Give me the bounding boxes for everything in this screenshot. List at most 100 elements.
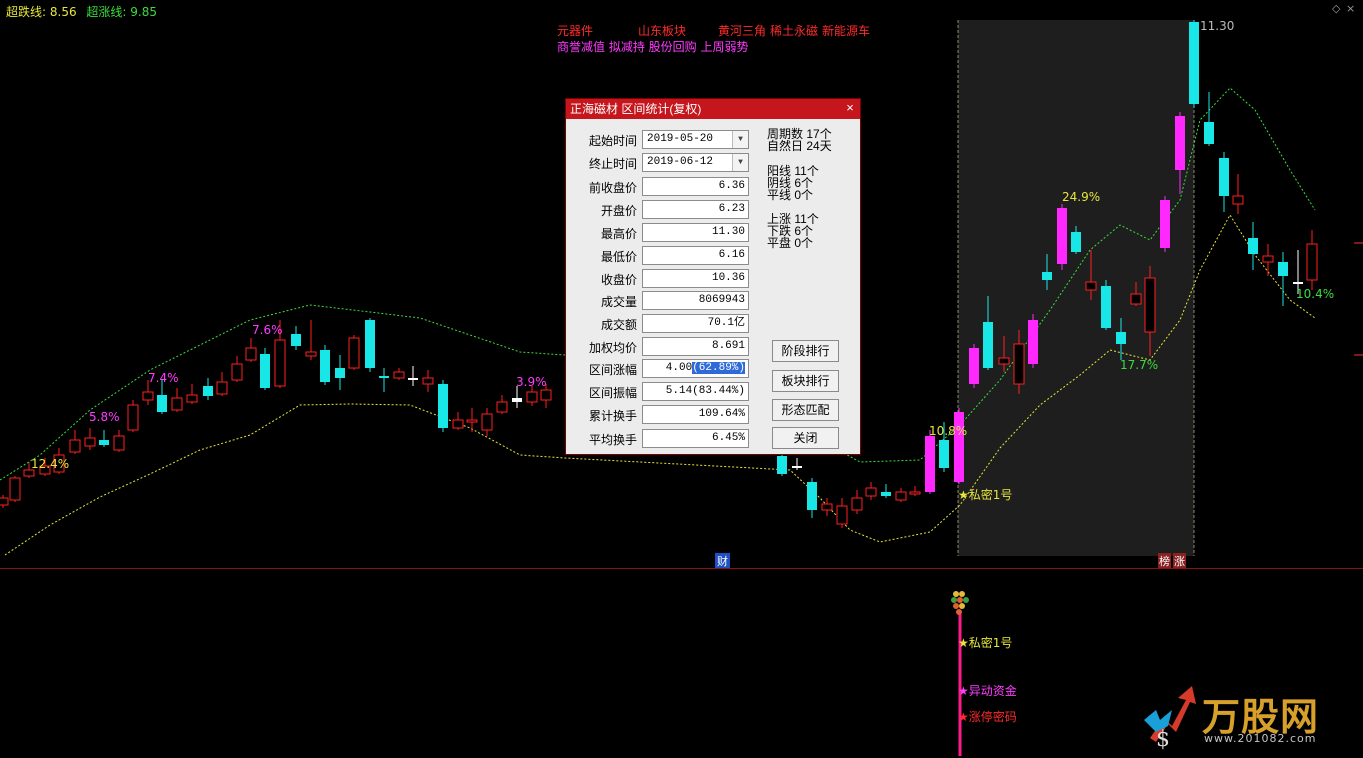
stat-flat: 平盘 0个 (767, 237, 813, 249)
close-label: 收盘价 (600, 273, 637, 287)
candlestick (821, 498, 833, 516)
chevron-down-icon[interactable]: ▼ (732, 154, 748, 171)
pct-label: 7.6% (252, 323, 283, 337)
candlestick (954, 408, 964, 484)
high-label: 最高价 (600, 227, 637, 241)
open-field[interactable]: 6.23 (642, 200, 749, 219)
candlestick (1101, 280, 1111, 330)
candlestick (320, 345, 330, 385)
up-line-value: 9.85 (130, 5, 158, 19)
close-field[interactable]: 10.36 (642, 269, 749, 288)
volume-label: 成交量 (600, 295, 637, 309)
low-label: 最低价 (600, 250, 637, 264)
dialog-title: 正海磁材 区间统计(复权) (570, 102, 702, 116)
candlestick (365, 318, 375, 372)
candlestick (393, 368, 405, 380)
range-change-value: 4.00 (665, 362, 693, 374)
avg-turnover-label: 平均换手 (588, 433, 637, 447)
concept-tag[interactable]: 山东板块 (638, 22, 686, 39)
candlestick (231, 356, 243, 382)
rank-marker[interactable]: 榜 (1158, 553, 1171, 569)
chevron-down-icon[interactable]: ▼ (732, 131, 748, 148)
pct-label: 12.4% (31, 457, 70, 471)
candlestick (1028, 314, 1038, 368)
candlestick (1189, 20, 1199, 108)
event-tags[interactable]: 商誉减值 拟减持 股份回购 上周弱势 (557, 38, 748, 55)
selected-interval-highlight (958, 20, 1194, 556)
stat-value: 0个 (794, 188, 814, 202)
close-icon[interactable]: × (1346, 2, 1355, 15)
candlestick (348, 335, 360, 370)
close-button[interactable]: 关闭 (772, 427, 839, 449)
candlestick (512, 386, 522, 408)
candlestick (245, 338, 257, 362)
stage-rank-button[interactable]: 阶段排行 (772, 340, 839, 362)
candlestick (895, 488, 907, 502)
pct-label: 7.4% (148, 371, 179, 385)
amplitude-field[interactable]: 5.14(83.44%) (642, 382, 749, 401)
start-time-select[interactable]: 2019-05-20 ▼ (642, 130, 749, 149)
dialog-titlebar[interactable]: 正海磁材 区间统计(复权) × (566, 99, 860, 119)
pct-label: 24.9% (1062, 190, 1101, 204)
candlestick (1204, 92, 1214, 146)
brand-watermark: $ 万股网 www.201082.com (1142, 680, 1342, 750)
pct-label: 10.8% (929, 424, 968, 438)
svg-text:$: $ (1156, 727, 1170, 750)
close-icon[interactable]: × (843, 101, 857, 115)
candlestick (1160, 196, 1170, 252)
finance-marker[interactable]: 财 (715, 553, 730, 569)
panel-separator (0, 568, 1363, 569)
sector-rank-button[interactable]: 板块排行 (772, 370, 839, 392)
concept-tag[interactable]: 元器件 (557, 22, 593, 39)
range-change-field[interactable]: 4.00(62.89%) (642, 359, 749, 378)
high-field[interactable]: 11.30 (642, 223, 749, 242)
interval-stats-dialog[interactable]: 正海磁材 区间统计(复权) × 起始时间 2019-05-20 ▼ 终止时间 2… (565, 98, 861, 455)
amount-field[interactable]: 70.1亿 (642, 314, 749, 333)
candlestick (335, 355, 345, 390)
pct-label: 10.4% (1296, 287, 1335, 301)
candlestick (1219, 152, 1229, 212)
candlestick (466, 408, 478, 432)
range-change-label: 区间涨幅 (588, 363, 637, 377)
start-time-value: 2019-05-20 (647, 133, 714, 145)
vwap-field[interactable]: 8.691 (642, 337, 749, 356)
pattern-match-button[interactable]: 形态匹配 (772, 399, 839, 421)
down-line-value: 8.56 (49, 5, 77, 19)
candlestick (1262, 244, 1274, 276)
cum-turnover-field[interactable]: 109.64% (642, 405, 749, 424)
pct-label: 3.9% (516, 375, 547, 389)
end-time-value: 2019-06-12 (647, 156, 714, 168)
signal-fund-label: ★异动资金 (958, 684, 1017, 698)
stat-value: 0个 (794, 236, 814, 250)
candlestick (203, 378, 213, 400)
concept-tag[interactable]: 新能源车 (822, 22, 870, 39)
volume-field[interactable]: 8069943 (642, 291, 749, 310)
candlestick (807, 478, 817, 518)
candlestick (452, 412, 464, 430)
candlestick (851, 490, 863, 514)
prev-close-field[interactable]: 6.36 (642, 177, 749, 196)
candlestick (186, 384, 198, 404)
end-time-select[interactable]: 2019-06-12 ▼ (642, 153, 749, 172)
end-time-label: 终止时间 (588, 157, 637, 171)
candlestick (260, 348, 270, 390)
signal-limit-label: ★涨停密码 (958, 710, 1017, 724)
candlestick (171, 388, 183, 412)
candlestick (1248, 222, 1258, 270)
candlestick (969, 344, 979, 388)
limit-up-marker[interactable]: 涨 (1173, 553, 1186, 569)
diamond-icon[interactable]: ◇ (1332, 2, 1340, 15)
candlestick (526, 386, 538, 406)
candlestick (216, 372, 228, 396)
concept-tag[interactable]: 黄河三角 (718, 22, 766, 39)
indicator-header: 超跌线: 8.56 超涨线: 9.85 (6, 3, 157, 20)
vwap-label: 加权均价 (588, 341, 637, 355)
low-field[interactable]: 6.16 (642, 246, 749, 265)
concept-tag[interactable]: 稀土永磁 (770, 22, 818, 39)
candlestick (157, 380, 167, 414)
candlestick (127, 400, 139, 432)
open-label: 开盘价 (600, 204, 637, 218)
down-line-label: 超跌线: (6, 5, 47, 19)
start-time-row: 起始时间 2019-05-20 ▼ (566, 130, 751, 150)
avg-turnover-field[interactable]: 6.45% (642, 429, 749, 448)
